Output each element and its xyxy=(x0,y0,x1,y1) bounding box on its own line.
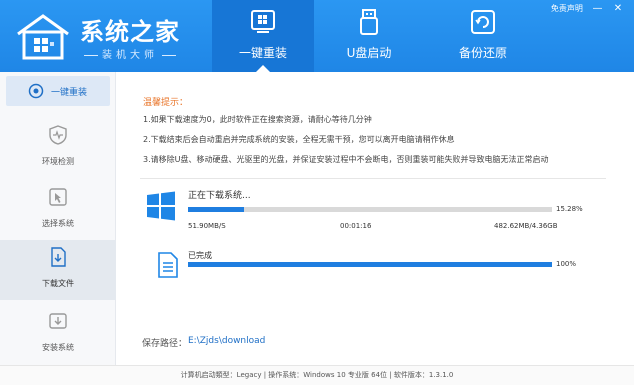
usb-drive-icon xyxy=(360,9,378,35)
tab-one-click-reinstall[interactable]: 一键重装 xyxy=(212,0,314,72)
close-button[interactable]: ✕ xyxy=(612,3,624,14)
sidebar-item-label: 一键重装 xyxy=(51,88,88,98)
tab-label: U盘启动 xyxy=(346,46,392,60)
reinstall-icon xyxy=(28,83,44,99)
sidebar-item-label: 安装系统 xyxy=(42,343,74,352)
tab-backup-restore[interactable]: 备份还原 xyxy=(432,0,534,72)
tips-title: 温馨提示： xyxy=(143,98,189,108)
tip-line: 3.请移除U盘、移动硬盘、光驱里的光盘，并保证安装过程中不会断电，否则重装可能失… xyxy=(143,155,549,164)
app-subtitle-row: 装机大师 xyxy=(80,46,180,61)
download-elapsed-time: 00:01:16 xyxy=(340,222,372,230)
active-tab-caret xyxy=(256,65,270,72)
download-speed: 51.90MB/S xyxy=(188,222,226,230)
windows-logo-icon xyxy=(147,191,175,221)
app-logo: 系统之家 装机大师 xyxy=(14,8,214,64)
header-bar: 系统之家 装机大师 一键重装 U盘启动 备份还原 免责声明 — ✕ xyxy=(0,0,634,72)
completed-title: 已完成 xyxy=(188,251,212,260)
install-system-icon xyxy=(49,313,67,329)
save-path-link[interactable]: E:\Zjds\download xyxy=(188,336,265,346)
sidebar-item-label: 选择系统 xyxy=(42,219,74,228)
sidebar-item-environment-check[interactable]: 环境检测 xyxy=(0,118,116,178)
window-controls: 免责声明 — ✕ xyxy=(545,3,624,14)
tab-label: 备份还原 xyxy=(458,46,507,60)
save-path-label: 保存路径： xyxy=(142,339,188,349)
environment-check-icon xyxy=(49,125,67,145)
sidebar-item-label: 环境检测 xyxy=(42,157,74,166)
tab-usb-boot[interactable]: U盘启动 xyxy=(318,0,420,72)
completed-percent: 100% xyxy=(556,260,577,268)
status-footer: 计算机启动類型：Legacy | 操作系统：Windows 10 专业版 64位… xyxy=(0,365,634,385)
completed-progress-bar xyxy=(188,262,552,267)
sidebar-item-download-file[interactable]: 下载文件 xyxy=(0,240,116,300)
windows-install-icon xyxy=(251,10,275,33)
tip-line: 2.下载结束后会自动重启并完成系统的安装，全程无需干预，您可以离开电脑请稍作休息 xyxy=(143,135,455,144)
main-panel: 温馨提示： 1.如果下载速度为0，此时软件正在搜索资源，请耐心等待几分钟 2.下… xyxy=(130,72,620,365)
sidebar-item-install-system[interactable]: 安装系统 xyxy=(0,304,116,364)
sidebar-item-label: 下载文件 xyxy=(42,279,74,288)
download-file-icon xyxy=(51,247,66,267)
download-progress-bar xyxy=(188,207,552,212)
completed-progress-fill xyxy=(188,262,552,267)
document-icon xyxy=(158,252,178,278)
tip-line: 1.如果下载速度为0，此时软件正在搜索资源，请耐心等待几分钟 xyxy=(143,115,372,124)
download-progress-fill xyxy=(188,207,244,212)
select-system-icon xyxy=(49,188,67,206)
sidebar: 一键重装 环境检测 选择系统 下载文件 安装系统 xyxy=(0,72,116,365)
app-subtitle: 装机大师 xyxy=(102,50,158,61)
download-percent: 15.28% xyxy=(556,205,583,213)
backup-restore-icon xyxy=(471,10,495,34)
minimize-button[interactable]: — xyxy=(591,3,603,14)
divider xyxy=(140,178,606,179)
download-status-title: 正在下载系统... xyxy=(188,191,251,201)
app-title: 系统之家 xyxy=(80,18,180,46)
sidebar-item-select-system[interactable]: 选择系统 xyxy=(0,180,116,240)
tab-label: 一键重装 xyxy=(238,46,287,60)
logo-house-icon xyxy=(17,14,69,60)
sidebar-item-one-click-reinstall[interactable]: 一键重装 xyxy=(6,76,110,106)
download-size: 482.62MB/4.36GB xyxy=(494,222,558,230)
disclaimer-link[interactable]: 免责声明 xyxy=(551,4,583,13)
